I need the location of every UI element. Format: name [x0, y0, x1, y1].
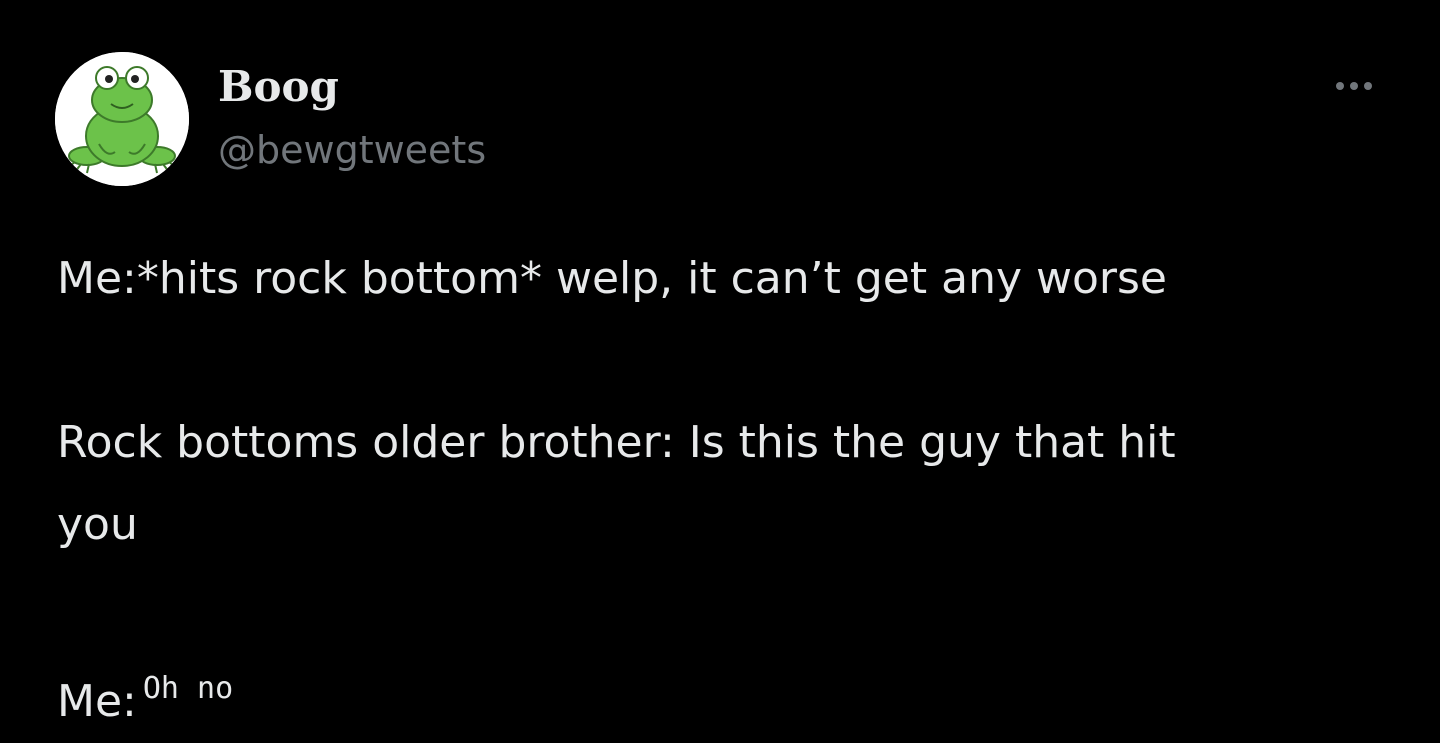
tweet-card: Boog @bewgtweets Me:*hits rock bottom* w… — [0, 0, 1440, 743]
avatar[interactable] — [55, 52, 189, 186]
tweet-text: Me:*hits rock bottom* welp, it can’t get… — [57, 238, 1387, 730]
tweet-text-small: Oh no — [142, 671, 234, 706]
tweet-text-line: Me: Oh no — [57, 648, 1387, 730]
more-options-icon — [1350, 82, 1358, 90]
more-options-button[interactable] — [1322, 66, 1386, 106]
tweet-text-spacer — [57, 566, 1387, 648]
tweet-text-line: Me:*hits rock bottom* welp, it can’t get… — [57, 253, 1167, 304]
tweet-text-line: Rock bottoms older brother: Is this the … — [57, 417, 1176, 468]
tweet-text-spacer — [57, 320, 1387, 402]
more-options-icon — [1336, 82, 1344, 90]
frog-avatar-icon — [55, 52, 189, 186]
author-display-name[interactable]: Boog — [218, 60, 339, 114]
tweet-text-prefix: Me: — [57, 676, 137, 727]
tweet-text-line: you — [57, 499, 138, 550]
more-options-icon — [1364, 82, 1372, 90]
author-handle[interactable]: @bewgtweets — [218, 124, 486, 176]
